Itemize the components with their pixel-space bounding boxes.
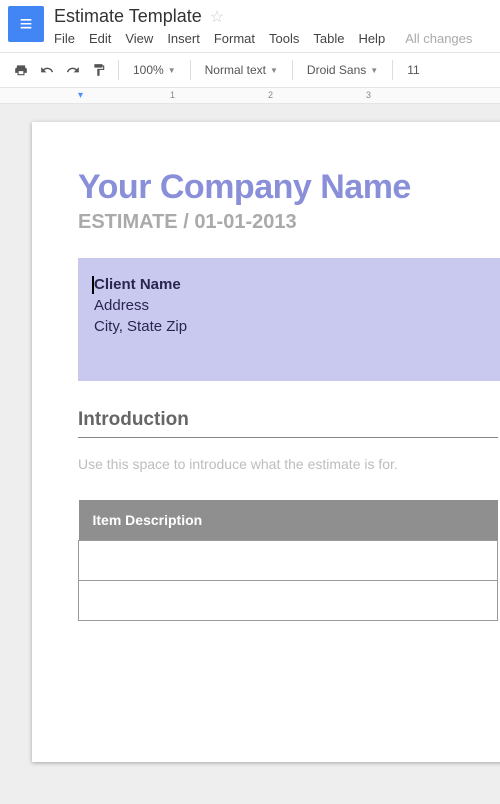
app-icon[interactable]: ≡ <box>8 6 44 42</box>
ruler-mark: 3 <box>366 90 371 100</box>
company-name[interactable]: Your Company Name <box>78 168 500 207</box>
font-dropdown[interactable]: Droid Sans ▼ <box>301 61 384 79</box>
intro-divider <box>78 437 498 438</box>
menubar: File Edit View Insert Format Tools Table… <box>54 31 492 46</box>
document-title[interactable]: Estimate Template <box>54 6 202 27</box>
document-canvas[interactable]: Your Company Name ESTIMATE / 01-01-2013 … <box>0 104 500 804</box>
ruler-mark: 1 <box>170 90 175 100</box>
menu-table[interactable]: Table <box>313 31 344 46</box>
intro-heading[interactable]: Introduction <box>78 409 500 431</box>
menu-edit[interactable]: Edit <box>89 31 111 46</box>
menu-help[interactable]: Help <box>358 31 385 46</box>
menu-file[interactable]: File <box>54 31 75 46</box>
chevron-down-icon: ▼ <box>168 66 176 75</box>
client-citystate[interactable]: City, State Zip <box>94 318 500 335</box>
redo-button[interactable] <box>62 59 84 81</box>
chevron-down-icon: ▼ <box>270 66 278 75</box>
client-box[interactable]: Client Name Address City, State Zip <box>78 258 500 381</box>
style-value: Normal text <box>205 63 266 77</box>
menu-insert[interactable]: Insert <box>167 31 200 46</box>
table-row[interactable] <box>79 581 498 621</box>
fontsize-value: 11 <box>407 63 419 77</box>
table-row[interactable] <box>79 541 498 581</box>
estimate-line[interactable]: ESTIMATE / 01-01-2013 <box>78 211 500 234</box>
menu-tools[interactable]: Tools <box>269 31 299 46</box>
menu-view[interactable]: View <box>125 31 153 46</box>
page[interactable]: Your Company Name ESTIMATE / 01-01-2013 … <box>32 122 500 762</box>
star-icon[interactable]: ☆ <box>210 7 224 27</box>
print-button[interactable] <box>10 59 32 81</box>
chevron-down-icon: ▼ <box>370 66 378 75</box>
save-status: All changes <box>405 31 472 46</box>
zoom-dropdown[interactable]: 100% ▼ <box>127 61 182 79</box>
estimate-date: 01-01-2013 <box>194 211 296 233</box>
estimate-sep: / <box>178 211 195 233</box>
ruler[interactable]: ▾ 1 2 3 <box>0 88 500 104</box>
client-address[interactable]: Address <box>94 297 500 314</box>
text-cursor <box>92 276 94 294</box>
item-table[interactable]: Item Description <box>78 500 498 621</box>
style-dropdown[interactable]: Normal text ▼ <box>199 61 284 79</box>
zoom-value: 100% <box>133 63 164 77</box>
menu-icon: ≡ <box>20 11 33 37</box>
ruler-mark: 2 <box>268 90 273 100</box>
client-name[interactable]: Client Name <box>94 276 500 293</box>
font-value: Droid Sans <box>307 63 366 77</box>
undo-button[interactable] <box>36 59 58 81</box>
item-table-header[interactable]: Item Description <box>79 500 498 541</box>
menu-format[interactable]: Format <box>214 31 255 46</box>
fontsize-dropdown[interactable]: 11 <box>401 61 425 79</box>
indent-marker[interactable]: ▾ <box>78 90 83 101</box>
paint-format-button[interactable] <box>88 59 110 81</box>
intro-text[interactable]: Use this space to introduce what the est… <box>78 456 500 472</box>
toolbar: 100% ▼ Normal text ▼ Droid Sans ▼ 11 <box>0 52 500 88</box>
estimate-label: ESTIMATE <box>78 211 178 233</box>
